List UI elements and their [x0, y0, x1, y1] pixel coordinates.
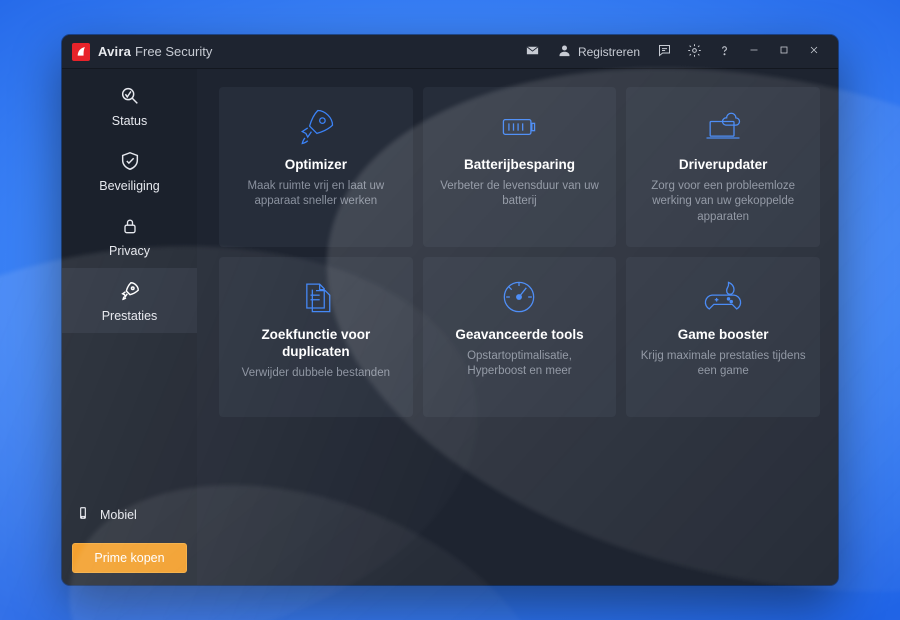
sidebar-item-privacy[interactable]: Privacy — [62, 203, 197, 268]
sidebar-item-status[interactable]: Status — [62, 73, 197, 138]
card-title: Driverupdater — [679, 157, 768, 174]
card-desc: Krijg maximale prestaties tijdens een ga… — [640, 349, 806, 380]
sidebar-item-security[interactable]: Beveiliging — [62, 138, 197, 203]
card-driver-updater[interactable]: Driverupdater Zorg voor een probleemloze… — [626, 87, 820, 247]
shield-icon — [119, 150, 141, 172]
main-content: Optimizer Maak ruimte vrij en laat uw ap… — [197, 69, 838, 585]
user-icon — [557, 43, 572, 61]
lock-icon — [119, 215, 141, 237]
phone-icon — [76, 504, 90, 525]
card-battery[interactable]: Batterijbesparing Verbeter de levensduur… — [423, 87, 617, 247]
brand-name: Avira — [98, 44, 131, 59]
rocket-icon — [294, 105, 338, 149]
card-title: Batterijbesparing — [464, 157, 575, 174]
maximize-button[interactable] — [770, 38, 798, 66]
card-title: Geavanceerde tools — [455, 327, 583, 344]
card-desc: Verbeter de levensduur van uw batterij — [437, 179, 603, 210]
settings-button[interactable] — [680, 38, 708, 66]
status-icon — [119, 85, 141, 107]
duplicate-files-icon — [294, 275, 338, 319]
minimize-icon — [748, 44, 760, 59]
close-icon — [808, 44, 820, 59]
gauge-icon — [497, 275, 541, 319]
register-label: Registreren — [578, 45, 640, 59]
sidebar-mobile-label: Mobiel — [100, 508, 137, 522]
battery-icon — [497, 105, 541, 149]
help-icon — [717, 43, 732, 61]
card-title: Zoekfunctie voor duplicaten — [233, 327, 399, 361]
feedback-icon — [657, 43, 672, 61]
sidebar-item-label: Privacy — [109, 244, 150, 258]
sidebar-item-label: Status — [112, 114, 147, 128]
rocket-icon — [119, 280, 141, 302]
register-button[interactable]: Registreren — [549, 38, 648, 66]
card-desc: Maak ruimte vrij en laat uw apparaat sne… — [233, 179, 399, 210]
app-window: Avira Free Security Registreren — [62, 35, 838, 585]
mail-icon — [525, 43, 540, 61]
card-optimizer[interactable]: Optimizer Maak ruimte vrij en laat uw ap… — [219, 87, 413, 247]
maximize-icon — [778, 44, 790, 59]
gamepad-boost-icon — [701, 275, 745, 319]
laptop-cloud-icon — [701, 105, 745, 149]
card-desc: Zorg voor een probleemloze werking van u… — [640, 179, 806, 226]
brand-product: Free Security — [135, 44, 212, 59]
feedback-button[interactable] — [650, 38, 678, 66]
close-button[interactable] — [800, 38, 828, 66]
buy-prime-label: Prime kopen — [94, 551, 164, 565]
titlebar: Avira Free Security Registreren — [62, 35, 838, 69]
sidebar-item-performance[interactable]: Prestaties — [62, 268, 197, 333]
card-advanced-tools[interactable]: Geavanceerde tools Opstartoptimalisatie,… — [423, 257, 617, 417]
sidebar-item-label: Prestaties — [102, 309, 158, 323]
card-duplicate-finder[interactable]: Zoekfunctie voor duplicaten Verwijder du… — [219, 257, 413, 417]
card-desc: Opstartoptimalisatie, Hyperboost en meer — [437, 349, 603, 380]
sidebar-item-label: Beveiliging — [99, 179, 159, 193]
sidebar-mobile-link[interactable]: Mobiel — [62, 494, 197, 535]
card-title: Optimizer — [285, 157, 347, 174]
feature-grid: Optimizer Maak ruimte vrij en laat uw ap… — [219, 87, 820, 417]
card-game-booster[interactable]: Game booster Krijg maximale prestaties t… — [626, 257, 820, 417]
sidebar: Status Beveiliging Privacy Prestaties — [62, 69, 197, 585]
buy-prime-button[interactable]: Prime kopen — [72, 543, 187, 573]
minimize-button[interactable] — [740, 38, 768, 66]
mail-button[interactable] — [519, 38, 547, 66]
card-desc: Verwijder dubbele bestanden — [242, 366, 390, 382]
help-button[interactable] — [710, 38, 738, 66]
card-title: Game booster — [678, 327, 769, 344]
avira-logo-icon — [72, 43, 90, 61]
gear-icon — [687, 43, 702, 61]
